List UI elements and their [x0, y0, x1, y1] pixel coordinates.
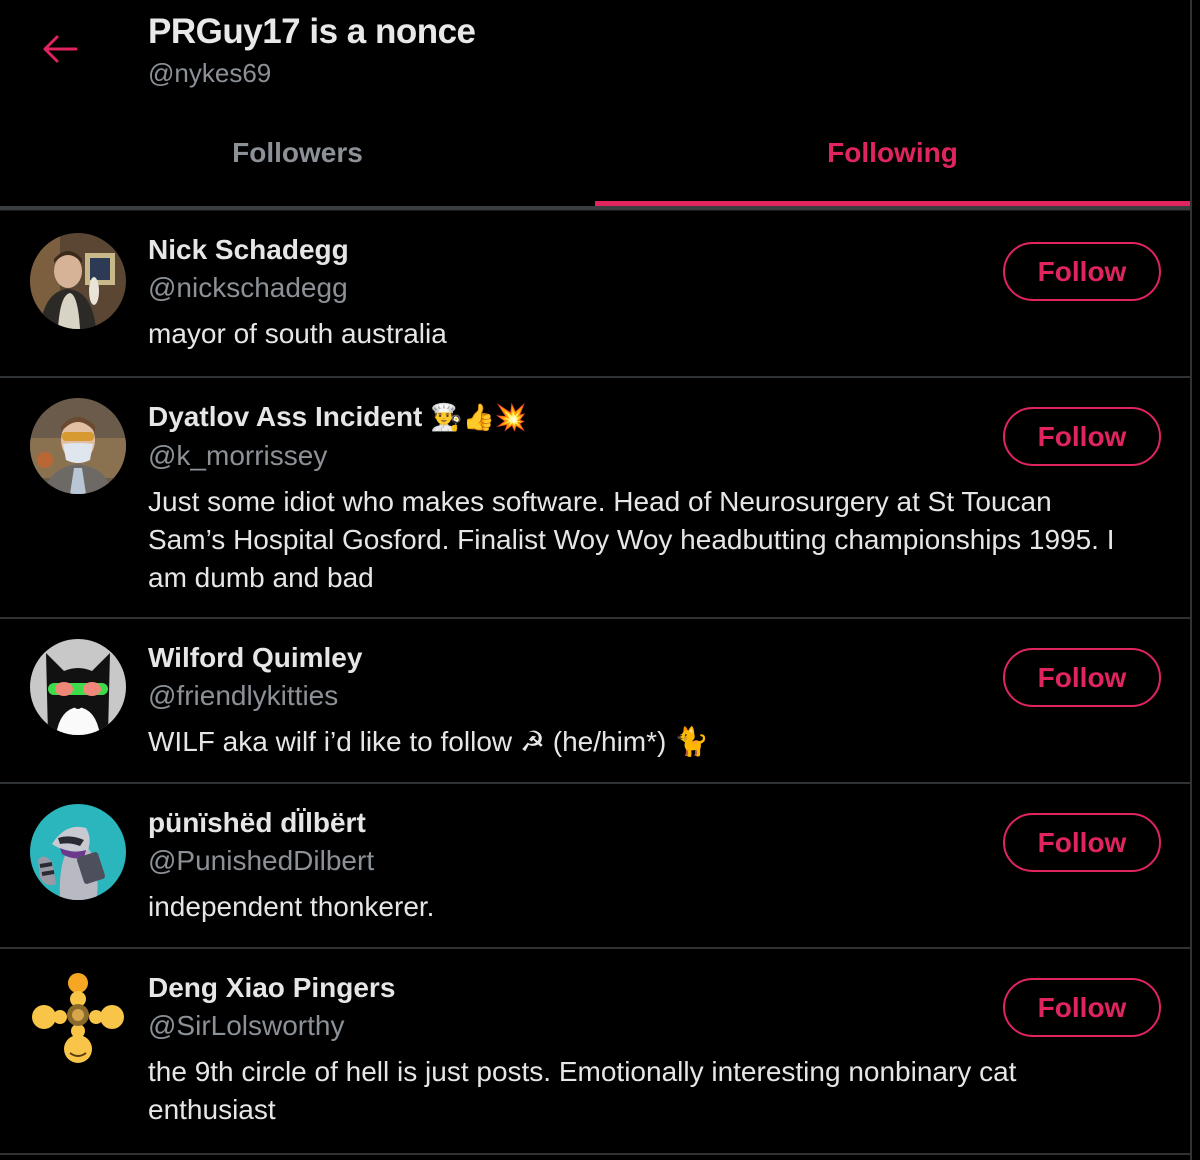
avatar[interactable]: [30, 398, 126, 494]
avatar[interactable]: [30, 639, 126, 735]
tab-following[interactable]: Following: [595, 110, 1190, 207]
user-row[interactable]: pünïshëd dÏlbërt @PunishedDilbert indepe…: [0, 784, 1190, 949]
user-handle[interactable]: @k_morrissey: [148, 437, 1130, 475]
user-handle[interactable]: @friendlykitties: [148, 677, 1130, 715]
user-handle[interactable]: @nickschadegg: [148, 269, 1130, 307]
user-name[interactable]: Nick Schadegg: [148, 231, 1130, 269]
user-row[interactable]: Dyatlov Ass Incident 👨‍🍳👍💥 @k_morrissey …: [0, 378, 1190, 619]
avatar-photo-icon: [30, 233, 126, 329]
follow-button[interactable]: Follow: [1003, 242, 1161, 301]
avatar[interactable]: [30, 233, 126, 329]
user-handle[interactable]: @PunishedDilbert: [148, 842, 1130, 880]
avatar-photo-icon: [30, 398, 126, 494]
user-name[interactable]: Dyatlov Ass Incident: [148, 401, 422, 432]
avatar-cat-icon: [30, 639, 126, 735]
user-row[interactable]: Wilford Quimley @friendlykitties WILF ak…: [0, 619, 1190, 784]
user-bio: WILF aka wilf i’d like to follow ☭ (he/h…: [148, 726, 709, 757]
user-bio: mayor of south australia: [148, 318, 447, 349]
follow-button[interactable]: Follow: [1003, 648, 1161, 707]
avatar[interactable]: [30, 804, 126, 900]
user-row[interactable]: Deng Xiao Pingers @SirLolsworthy the 9th…: [0, 949, 1190, 1155]
user-name[interactable]: pünïshëd dÏlbërt: [148, 804, 1130, 842]
user-name-line[interactable]: Dyatlov Ass Incident 👨‍🍳👍💥: [148, 398, 1130, 437]
avatar[interactable]: [30, 969, 126, 1065]
name-emoji-chef-thumbsup-collision-icon: 👨‍🍳👍💥: [430, 403, 528, 433]
following-list: Nick Schadegg @nickschadegg mayor of sou…: [0, 211, 1190, 1155]
user-bio: independent thonkerer.: [148, 891, 435, 922]
arrow-left-icon: [43, 35, 78, 63]
user-name[interactable]: Deng Xiao Pingers: [148, 969, 1130, 1007]
follow-button[interactable]: Follow: [1003, 813, 1161, 872]
avatar-emoji-mandala-icon: [30, 969, 126, 1065]
follow-button[interactable]: Follow: [1003, 407, 1161, 466]
avatar-raccoon-icon: [30, 804, 126, 900]
user-row[interactable]: Nick Schadegg @nickschadegg mayor of sou…: [0, 211, 1190, 378]
user-name[interactable]: Wilford Quimley: [148, 639, 1130, 677]
user-handle[interactable]: @SirLolsworthy: [148, 1007, 1130, 1045]
tab-followers[interactable]: Followers: [0, 110, 595, 207]
user-bio: Just some idiot who makes software. Head…: [148, 486, 1115, 593]
back-button[interactable]: [40, 30, 80, 68]
user-bio: the 9th circle of hell is just posts. Em…: [148, 1056, 1017, 1125]
tab-bar: Followers Following: [0, 110, 1190, 207]
follow-button[interactable]: Follow: [1003, 978, 1161, 1037]
profile-handle: @nykes69: [148, 58, 272, 88]
header: PRGuy17 is a nonce @nykes69: [0, 0, 1190, 110]
page-title: PRGuy17 is a nonce: [148, 12, 476, 51]
